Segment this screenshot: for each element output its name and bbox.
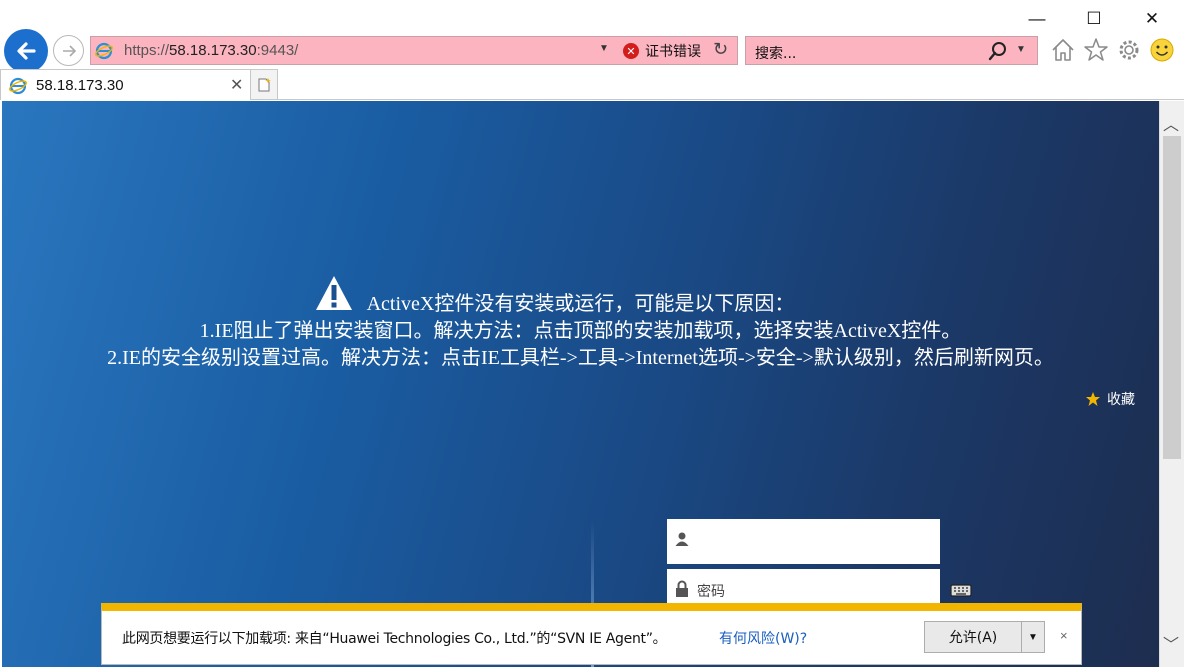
gear-icon[interactable] [1116,37,1142,63]
activex-warning-line3: 2.IE的安全级别设置过高。解决方法：点击IE工具栏->工具->Internet… [107,347,1054,369]
warning-triangle-icon [315,276,352,310]
risk-info-link[interactable]: 有何风险(W)? [719,628,807,648]
certificate-error-button[interactable]: ✕ 证书错误 [623,41,701,61]
scroll-thumb[interactable] [1163,136,1181,459]
search-box[interactable]: 搜索... ▼ [745,36,1038,65]
scroll-down-chevron-icon[interactable]: ﹀ [1163,631,1179,655]
tab-close-icon[interactable]: ✕ [230,75,243,95]
address-bar[interactable]: https://58.18.173.30:9443/ ▼ ✕ 证书错误 ↻ [90,36,738,65]
activex-warning-message: ActiveX控件没有安装或运行，可能是以下原因： 1.IE阻止了弹出安装窗口。… [2,276,1159,372]
activex-warning-line1-wrap: ActiveX控件没有安装或运行，可能是以下原因： [315,276,795,318]
tab-title: 58.18.173.30 [36,77,124,94]
search-icon[interactable] [987,40,1009,62]
browser-window: — ☐ ✕ https://58.18.173.30:9443/ ▼ ✕ 证书错… [0,0,1184,667]
close-window-button[interactable]: ✕ [1137,6,1167,32]
allow-dropdown-button[interactable]: ▼ [1022,621,1045,653]
url-host: 58.18.173.30 [169,42,257,59]
tab-active[interactable]: 58.18.173.30 ✕ [0,69,251,100]
ie-tab-icon [9,77,27,95]
back-button[interactable] [4,29,48,73]
activex-warning-line2: 1.IE阻止了弹出安装窗口。解决方法：点击顶部的安装加载项，选择安装Active… [199,320,962,342]
new-tab-button[interactable] [251,69,278,100]
search-placeholder: 搜索... [755,46,797,62]
maximize-button[interactable]: ☐ [1079,6,1109,32]
favorites-star-icon[interactable] [1083,37,1109,63]
notification-message: 此网页想要运行以下加载项: 来自“Huawei Technologies Co.… [122,631,667,647]
page-content: ActiveX控件没有安装或运行，可能是以下原因： 1.IE阻止了弹出安装窗口。… [2,101,1159,667]
addon-notification-bar: 此网页想要运行以下加载项: 来自“Huawei Technologies Co.… [101,603,1082,665]
url-text[interactable]: https://58.18.173.30:9443/ [124,42,298,59]
username-input[interactable] [667,519,940,564]
allow-button[interactable]: 允许(A) [924,621,1022,653]
error-x-icon: ✕ [623,43,639,59]
keyboard-icon[interactable] [950,582,972,598]
minimize-button[interactable]: — [1022,6,1052,32]
notification-close-icon[interactable]: × [1060,628,1068,643]
url-scheme: https:// [124,42,170,59]
url-port-path: :9443/ [256,42,299,59]
certificate-error-label: 证书错误 [645,44,701,60]
home-icon[interactable] [1050,37,1076,63]
favorite-link[interactable]: 收藏 [1085,389,1135,409]
vertical-scrollbar[interactable]: ︿ ﹀ [1159,101,1184,667]
user-icon [675,532,689,546]
lock-icon [676,580,688,597]
refresh-icon[interactable]: ↻ [713,39,728,60]
feedback-smiley-icon[interactable] [1149,37,1175,63]
forward-arrow-icon [62,44,76,57]
activex-warning-line1: ActiveX控件没有安装或运行，可能是以下原因： [366,293,795,315]
favorite-star-icon [1086,392,1100,406]
address-dropdown-icon[interactable]: ▼ [599,43,609,54]
favorite-label: 收藏 [1107,392,1135,408]
scroll-up-chevron-icon[interactable]: ︿ [1163,111,1179,135]
back-arrow-icon [17,42,36,60]
password-placeholder: 密码 [697,584,725,600]
search-dropdown-icon[interactable]: ▼ [1016,44,1026,55]
ie-page-icon [95,42,113,60]
new-tab-icon [258,77,271,91]
tab-strip: 58.18.173.30 ✕ [0,69,1184,100]
forward-button[interactable] [53,35,84,66]
